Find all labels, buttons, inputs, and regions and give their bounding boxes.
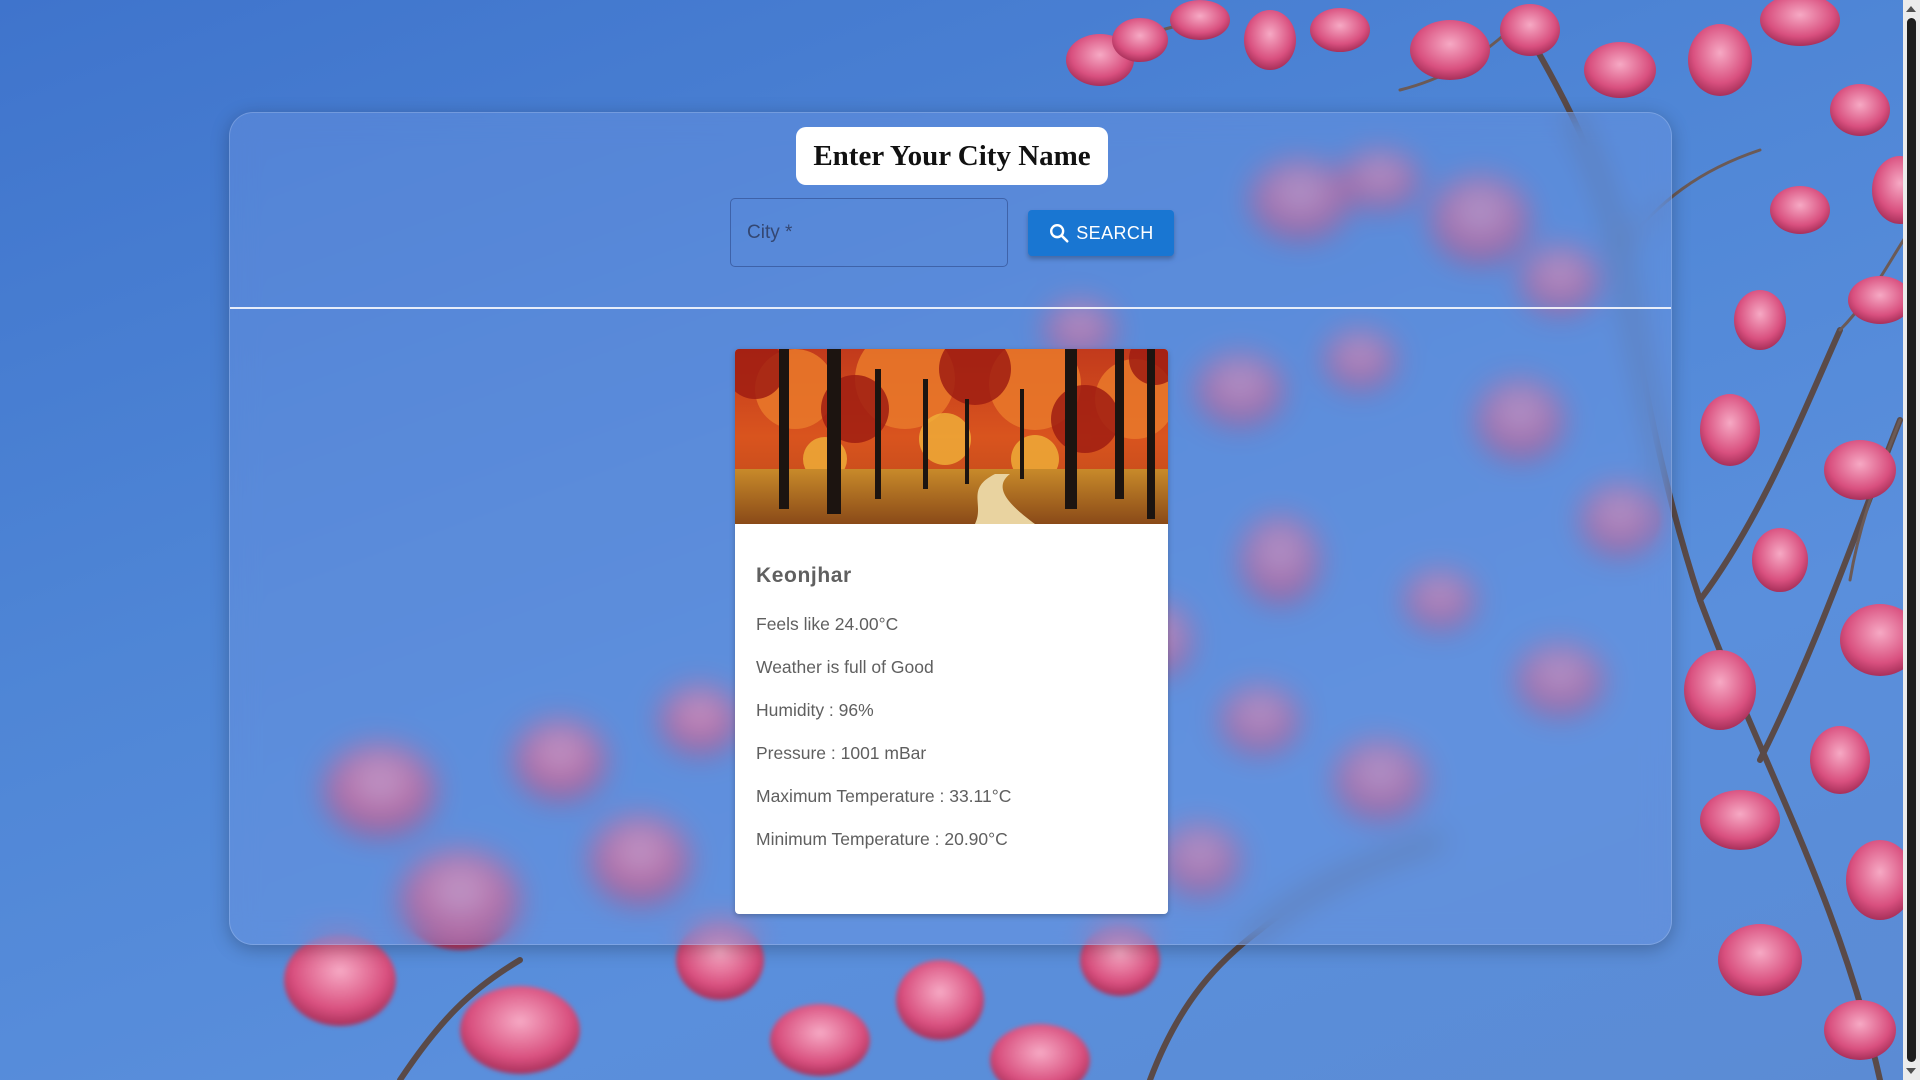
scroll-up-arrow-icon[interactable]	[1906, 6, 1916, 12]
max-temperature-text: Maximum Temperature : 33.11°C	[756, 786, 1012, 806]
header-divider	[230, 307, 1671, 309]
search-button[interactable]: SEARCH	[1028, 210, 1174, 256]
search-icon	[1048, 222, 1070, 244]
scroll-down-arrow-icon[interactable]	[1906, 1068, 1916, 1074]
search-button-label: SEARCH	[1076, 222, 1154, 243]
humidity-text: Humidity : 96%	[756, 700, 874, 720]
weather-details: Keonjhar Feels like 24.00°C Weather is f…	[735, 524, 1168, 849]
page-title: Enter Your City Name	[813, 139, 1091, 172]
weather-description-text: Weather is full of Good	[756, 657, 934, 677]
weather-card: Keonjhar Feels like 24.00°C Weather is f…	[735, 349, 1168, 914]
city-search-input[interactable]	[730, 198, 1008, 267]
search-panel: Enter Your City Name SEARCH	[229, 112, 1672, 945]
title-box: Enter Your City Name	[796, 127, 1108, 185]
feels-like-text: Feels like 24.00°C	[756, 614, 899, 634]
scrollbar-thumb[interactable]	[1907, 18, 1916, 1062]
city-name: Keonjhar	[756, 564, 852, 587]
pressure-text: Pressure : 1001 mBar	[756, 743, 927, 763]
min-temperature-text: Minimum Temperature : 20.90°C	[756, 829, 1008, 849]
vertical-scrollbar[interactable]	[1903, 0, 1920, 1080]
autumn-forest-image	[735, 349, 1168, 524]
